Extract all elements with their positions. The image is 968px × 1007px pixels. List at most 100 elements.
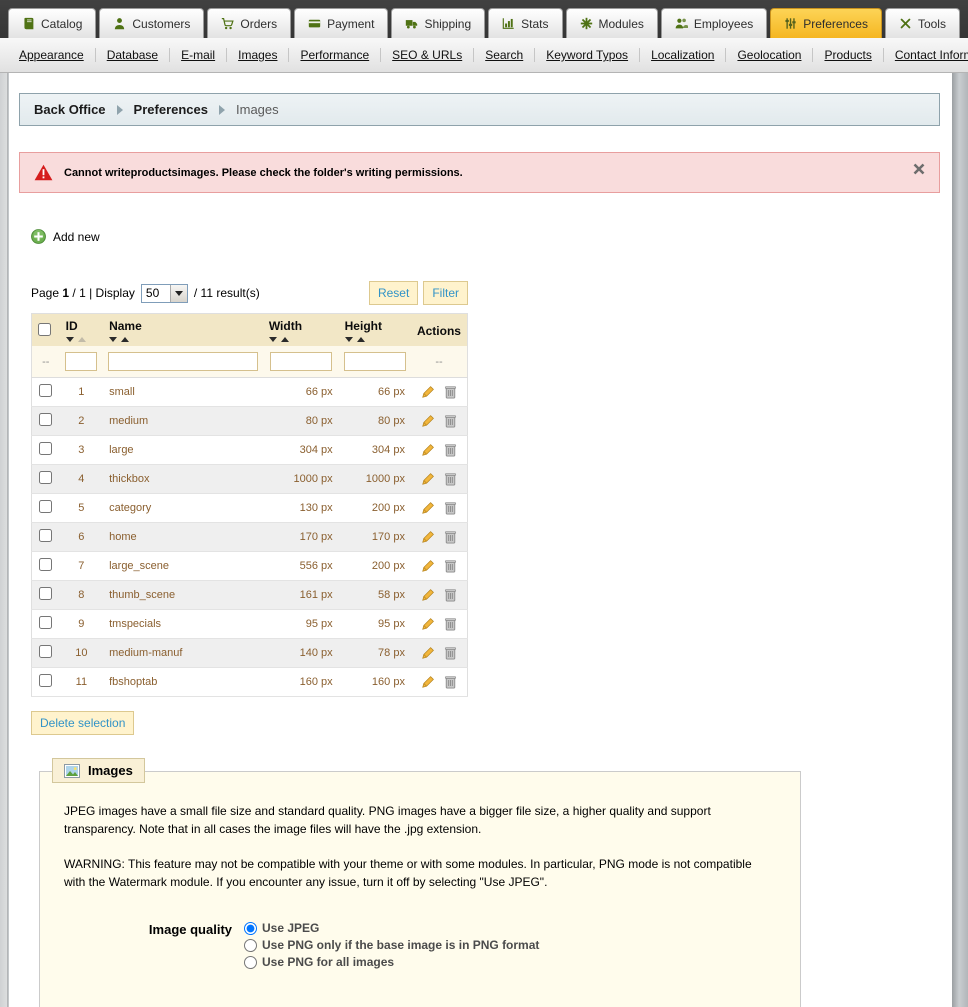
edit-icon[interactable] bbox=[421, 559, 435, 573]
modules-icon bbox=[580, 17, 593, 30]
sort-asc-icon[interactable] bbox=[280, 337, 289, 342]
tab-tools[interactable]: Tools bbox=[884, 8, 960, 38]
subnav-geolocation[interactable]: Geolocation bbox=[726, 48, 814, 62]
row-checkbox[interactable] bbox=[39, 558, 53, 571]
table-row: 11 fbshoptab 160 px 160 px bbox=[31, 667, 468, 697]
breadcrumb-preferences[interactable]: Preferences bbox=[134, 102, 208, 117]
subnav-products[interactable]: Products bbox=[813, 48, 884, 62]
row-checkbox[interactable] bbox=[39, 500, 53, 513]
tab-customers[interactable]: Customers bbox=[99, 8, 205, 38]
radio-use-png-all[interactable]: Use PNG for all images bbox=[244, 955, 539, 969]
edit-icon[interactable] bbox=[421, 675, 435, 689]
delete-icon[interactable] bbox=[444, 646, 457, 660]
sort-desc-icon[interactable] bbox=[268, 337, 277, 342]
cell-name: medium-manuf bbox=[103, 638, 263, 668]
subnav-email[interactable]: E-mail bbox=[170, 48, 228, 62]
delete-icon[interactable] bbox=[444, 530, 457, 544]
edit-icon[interactable] bbox=[421, 443, 435, 457]
row-checkbox[interactable] bbox=[39, 645, 53, 658]
row-checkbox[interactable] bbox=[39, 413, 53, 426]
delete-icon[interactable] bbox=[444, 559, 457, 573]
radio-use-png-all-input[interactable] bbox=[244, 955, 257, 969]
cell-id: 2 bbox=[59, 406, 104, 436]
column-header-height[interactable]: Height bbox=[345, 319, 382, 333]
table-row: 6 home 170 px 170 px bbox=[31, 522, 468, 552]
radio-use-jpeg[interactable]: Use JPEG bbox=[244, 921, 539, 935]
subnav-search[interactable]: Search bbox=[474, 48, 536, 62]
tab-shipping[interactable]: Shipping bbox=[391, 8, 486, 38]
cell-id: 1 bbox=[59, 377, 104, 407]
row-checkbox[interactable] bbox=[39, 674, 53, 687]
filter-id-input[interactable] bbox=[65, 352, 98, 371]
sort-asc-icon[interactable] bbox=[77, 337, 86, 342]
cell-height: 160 px bbox=[338, 667, 411, 697]
reset-button[interactable]: Reset bbox=[368, 281, 419, 305]
cell-name: tmspecials bbox=[103, 609, 263, 639]
row-checkbox[interactable] bbox=[39, 442, 53, 455]
filter-width-input[interactable] bbox=[269, 352, 332, 371]
delete-icon[interactable] bbox=[444, 588, 457, 602]
add-new-button[interactable]: Add new bbox=[31, 229, 100, 244]
filter-name-input[interactable] bbox=[107, 352, 258, 371]
delete-icon[interactable] bbox=[444, 501, 457, 515]
radio-use-jpeg-input[interactable] bbox=[244, 921, 257, 935]
subnav-seo-urls[interactable]: SEO & URLs bbox=[381, 48, 475, 62]
delete-icon[interactable] bbox=[444, 472, 457, 486]
delete-icon[interactable] bbox=[444, 414, 457, 428]
delete-icon[interactable] bbox=[444, 675, 457, 689]
tab-label: Payment bbox=[327, 16, 375, 31]
sort-asc-icon[interactable] bbox=[121, 337, 130, 342]
delete-selection-button[interactable]: Delete selection bbox=[31, 711, 135, 735]
edit-icon[interactable] bbox=[421, 646, 435, 660]
delete-icon[interactable] bbox=[444, 443, 457, 457]
filter-empty: -- bbox=[410, 346, 468, 378]
delete-icon[interactable] bbox=[444, 617, 457, 631]
column-header-width[interactable]: Width bbox=[269, 319, 302, 333]
row-checkbox[interactable] bbox=[39, 587, 53, 600]
breadcrumb-back-office[interactable]: Back Office bbox=[34, 102, 106, 117]
edit-icon[interactable] bbox=[421, 501, 435, 515]
table-row: 5 category 130 px 200 px bbox=[31, 493, 468, 523]
cell-id: 3 bbox=[59, 435, 104, 465]
row-checkbox[interactable] bbox=[39, 616, 53, 629]
edit-icon[interactable] bbox=[421, 617, 435, 631]
edit-icon[interactable] bbox=[421, 385, 435, 399]
tab-stats[interactable]: Stats bbox=[488, 8, 563, 38]
sort-desc-icon[interactable] bbox=[344, 337, 353, 342]
tab-preferences[interactable]: Preferences bbox=[770, 8, 882, 38]
column-header-id[interactable]: ID bbox=[66, 319, 78, 333]
filter-height-input[interactable] bbox=[343, 352, 406, 371]
sort-asc-icon[interactable] bbox=[356, 337, 365, 342]
close-icon[interactable] bbox=[913, 163, 925, 178]
cell-width: 161 px bbox=[262, 580, 339, 610]
display-select[interactable]: 50 bbox=[140, 283, 188, 303]
tab-payment[interactable]: Payment bbox=[294, 8, 389, 38]
subnav-keyword-typos[interactable]: Keyword Typos bbox=[535, 48, 641, 62]
subnav-appearance[interactable]: Appearance bbox=[8, 48, 96, 62]
subnav-localization[interactable]: Localization bbox=[640, 48, 727, 62]
row-checkbox[interactable] bbox=[39, 471, 53, 484]
subnav-performance[interactable]: Performance bbox=[289, 48, 382, 62]
subnav-images[interactable]: Images bbox=[227, 48, 290, 62]
radio-use-png-if-base-png-input[interactable] bbox=[244, 938, 257, 952]
column-header-name[interactable]: Name bbox=[109, 319, 142, 333]
select-all-checkbox[interactable] bbox=[38, 322, 51, 336]
tab-catalog[interactable]: Catalog bbox=[8, 8, 97, 38]
radio-use-png-if-base-png[interactable]: Use PNG only if the base image is in PNG… bbox=[244, 938, 539, 952]
subnav-contact-information[interactable]: Contact Information bbox=[884, 48, 968, 62]
edit-icon[interactable] bbox=[421, 414, 435, 428]
tab-employees[interactable]: Employees bbox=[660, 8, 768, 38]
subnav-database[interactable]: Database bbox=[96, 48, 171, 62]
delete-icon[interactable] bbox=[444, 385, 457, 399]
tab-orders[interactable]: Orders bbox=[207, 8, 292, 38]
row-checkbox[interactable] bbox=[39, 384, 53, 397]
edit-icon[interactable] bbox=[421, 472, 435, 486]
sort-desc-icon[interactable] bbox=[65, 337, 74, 342]
edit-icon[interactable] bbox=[421, 588, 435, 602]
sort-desc-icon[interactable] bbox=[109, 337, 118, 342]
row-checkbox[interactable] bbox=[39, 529, 53, 542]
edit-icon[interactable] bbox=[421, 530, 435, 544]
tab-modules[interactable]: Modules bbox=[565, 8, 658, 38]
left-edge-divider bbox=[0, 73, 8, 1007]
filter-button[interactable]: Filter bbox=[423, 281, 468, 305]
